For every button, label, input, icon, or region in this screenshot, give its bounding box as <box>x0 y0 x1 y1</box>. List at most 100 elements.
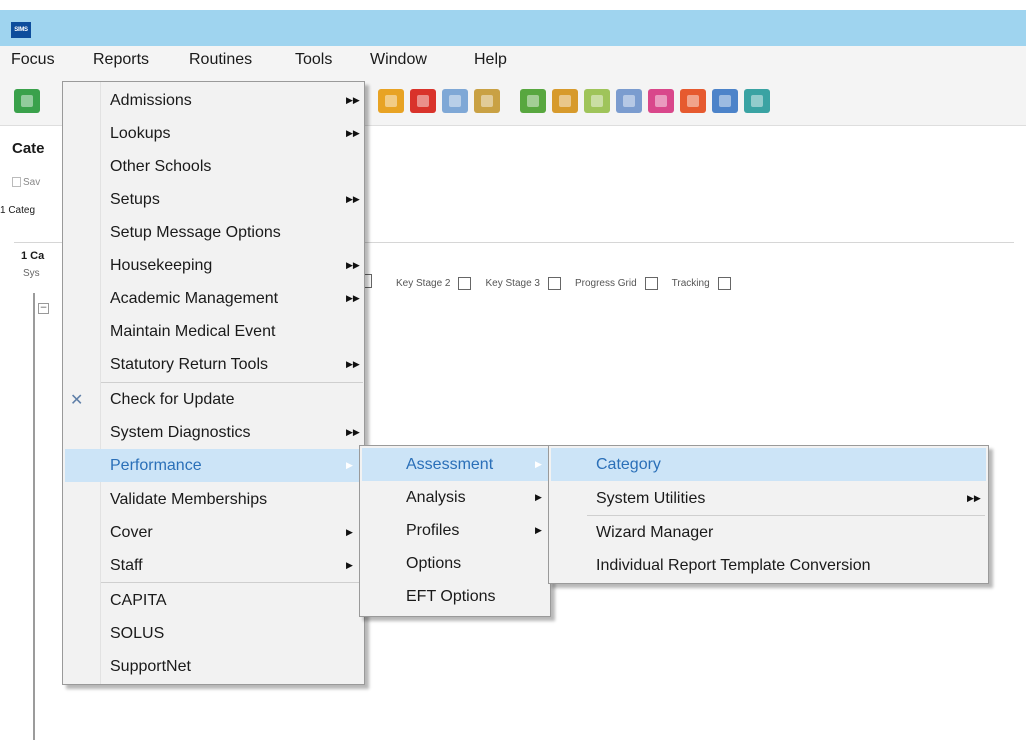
submenu-arrow-icon: ▶ <box>535 459 542 469</box>
checkbox[interactable] <box>644 276 658 290</box>
menu-item-label: Category <box>596 455 661 473</box>
book-icon[interactable] <box>378 89 404 113</box>
submenu-arrow-icon: ▶▶ <box>346 359 360 369</box>
submenu-arrow-icon: ▶▶ <box>346 95 360 105</box>
menu-item-label: Academic Management <box>110 289 279 307</box>
checkbox[interactable] <box>547 276 561 290</box>
menu-item-label: Cover <box>110 523 153 541</box>
menu-item-analysis[interactable]: Analysis ▶ <box>360 481 550 514</box>
menu-item-lookups[interactable]: Lookups ▶▶ <box>63 117 364 150</box>
panel-heading: 1 Ca <box>21 250 45 262</box>
menu-item-setups[interactable]: Setups ▶▶ <box>63 183 364 216</box>
assessment-icon[interactable] <box>552 89 578 113</box>
menu-separator <box>101 582 363 583</box>
reports-menu: Admissions ▶▶ Lookups ▶▶ Other Schools Set… <box>62 81 365 685</box>
person-icon[interactable] <box>474 89 500 113</box>
menu-item-label: Validate Memberships <box>110 490 268 508</box>
app-icon: SIMS <box>11 22 31 38</box>
menu-item-performance[interactable]: Performance ▶ <box>65 449 363 482</box>
system-label: Sys <box>23 268 40 279</box>
menu-item-staff[interactable]: Staff ▶ <box>63 549 364 582</box>
menu-item-label: Statutory Return Tools <box>110 355 269 373</box>
menu-item-statutory-return-tools[interactable]: Statutory Return Tools ▶▶ <box>63 348 364 381</box>
menu-item-label: Individual Report Template Conversion <box>596 556 871 574</box>
filter-label: Tracking <box>671 277 710 289</box>
menu-item-housekeeping[interactable]: Housekeeping ▶▶ <box>63 249 364 282</box>
menu-item-academic-management[interactable]: Academic Management ▶▶ <box>63 282 364 315</box>
submenu-arrow-icon: ▶ <box>346 460 353 470</box>
globe-icon[interactable] <box>744 89 770 113</box>
contacts-icon[interactable] <box>442 89 468 113</box>
menu-item-label: Wizard Manager <box>596 523 714 541</box>
chart-icon[interactable] <box>520 89 546 113</box>
menu-item-cover[interactable]: Cover ▶ <box>63 516 364 549</box>
menu-reports[interactable]: Reports <box>93 51 149 69</box>
edit-icon[interactable] <box>616 89 642 113</box>
menu-item-system-utilities[interactable]: System Utilities ▶▶ <box>549 482 988 515</box>
menu-item-other-schools[interactable]: Other Schools <box>63 150 364 183</box>
menu-item-admissions[interactable]: Admissions ▶▶ <box>63 84 364 117</box>
menu-item-setup-message-options[interactable]: Setup Message Options <box>63 216 364 249</box>
navigate-icon[interactable] <box>14 89 40 113</box>
user-icon[interactable] <box>712 89 738 113</box>
menu-item-eft-options[interactable]: EFT Options <box>360 580 550 613</box>
menu-item-label: SOLUS <box>110 624 165 642</box>
filter-label: Progress Grid <box>574 277 637 289</box>
menu-item-label: Setups <box>110 190 160 208</box>
save-button[interactable]: Sav <box>12 177 40 188</box>
menu-item-label: Assessment <box>406 455 494 473</box>
menu-item-options[interactable]: Options <box>360 547 550 580</box>
checkbox[interactable] <box>717 276 731 290</box>
menu-window[interactable]: Window <box>370 51 427 69</box>
menu-item-system-diagnostics[interactable]: System Diagnostics ▶▶ <box>63 416 364 449</box>
menu-item-label: Options <box>406 554 462 572</box>
category-count: 1 Categ <box>0 205 36 216</box>
menu-item-label: Analysis <box>406 488 466 506</box>
menu-item-label: CAPITA <box>110 591 167 609</box>
menu-help[interactable]: Help <box>474 51 507 69</box>
menu-routines[interactable]: Routines <box>189 51 252 69</box>
menu-item-label: System Utilities <box>596 489 706 507</box>
menu-item-label: Setup Message Options <box>110 223 281 241</box>
menu-focus[interactable]: Focus <box>11 51 55 69</box>
menu-item-label: Performance <box>110 456 202 474</box>
submenu-arrow-icon: ▶ <box>535 492 542 502</box>
menu-item-label: Housekeeping <box>110 256 213 274</box>
menu-item-profiles[interactable]: Profiles ▶ <box>360 514 550 547</box>
tools-icon: ✕ <box>70 391 84 409</box>
collapse-icon[interactable]: − <box>38 303 49 314</box>
tree-frame <box>33 293 35 740</box>
menu-item-category[interactable]: Category <box>551 448 986 481</box>
menu-item-individual-report-template-conversion[interactable]: Individual Report Template Conversion <box>549 549 988 582</box>
menu-item-label: SupportNet <box>110 657 191 675</box>
submenu-arrow-icon: ▶▶ <box>346 194 360 204</box>
flag-icon[interactable] <box>410 89 436 113</box>
title-bar: SIMS <box>0 10 1026 46</box>
key-stage-3-filter: Key Stage 3 <box>485 276 561 290</box>
key-stage-filters: Key Stage 2 Key Stage 3 Progress Grid Tr… <box>396 274 745 292</box>
checkbox[interactable] <box>458 276 472 290</box>
save-icon <box>12 177 21 188</box>
menu-item-label: EFT Options <box>406 587 496 605</box>
menu-item-label: Check for Update <box>110 390 235 408</box>
menu-item-wizard-manager[interactable]: Wizard Manager <box>549 516 988 549</box>
menu-item-label: System Diagnostics <box>110 423 251 441</box>
menu-item-assessment[interactable]: Assessment ▶ <box>362 448 548 481</box>
timer-icon[interactable] <box>680 89 706 113</box>
menu-item-maintain-medical-event[interactable]: Maintain Medical Event <box>63 315 364 348</box>
group-icon[interactable] <box>648 89 674 113</box>
menu-item-validate-memberships[interactable]: Validate Memberships <box>63 483 364 516</box>
menu-item-check-for-update[interactable]: ✕ Check for Update <box>63 383 364 416</box>
submenu-arrow-icon: ▶▶ <box>346 128 360 138</box>
key-stage-2-filter: Key Stage 2 <box>396 276 472 290</box>
submenu-arrow-icon: ▶ <box>346 527 353 537</box>
menu-item-supportnet[interactable]: SupportNet <box>63 650 364 683</box>
document-icon[interactable] <box>584 89 610 113</box>
menu-item-capita[interactable]: CAPITA <box>63 584 364 617</box>
menu-item-solus[interactable]: SOLUS <box>63 617 364 650</box>
menu-item-label: Profiles <box>406 521 460 539</box>
save-label: Sav <box>23 177 41 188</box>
menu-item-label: Other Schools <box>110 157 212 175</box>
performance-submenu: Assessment ▶ Analysis ▶ Profiles ▶ Options … <box>359 445 551 617</box>
menu-tools[interactable]: Tools <box>295 51 332 69</box>
